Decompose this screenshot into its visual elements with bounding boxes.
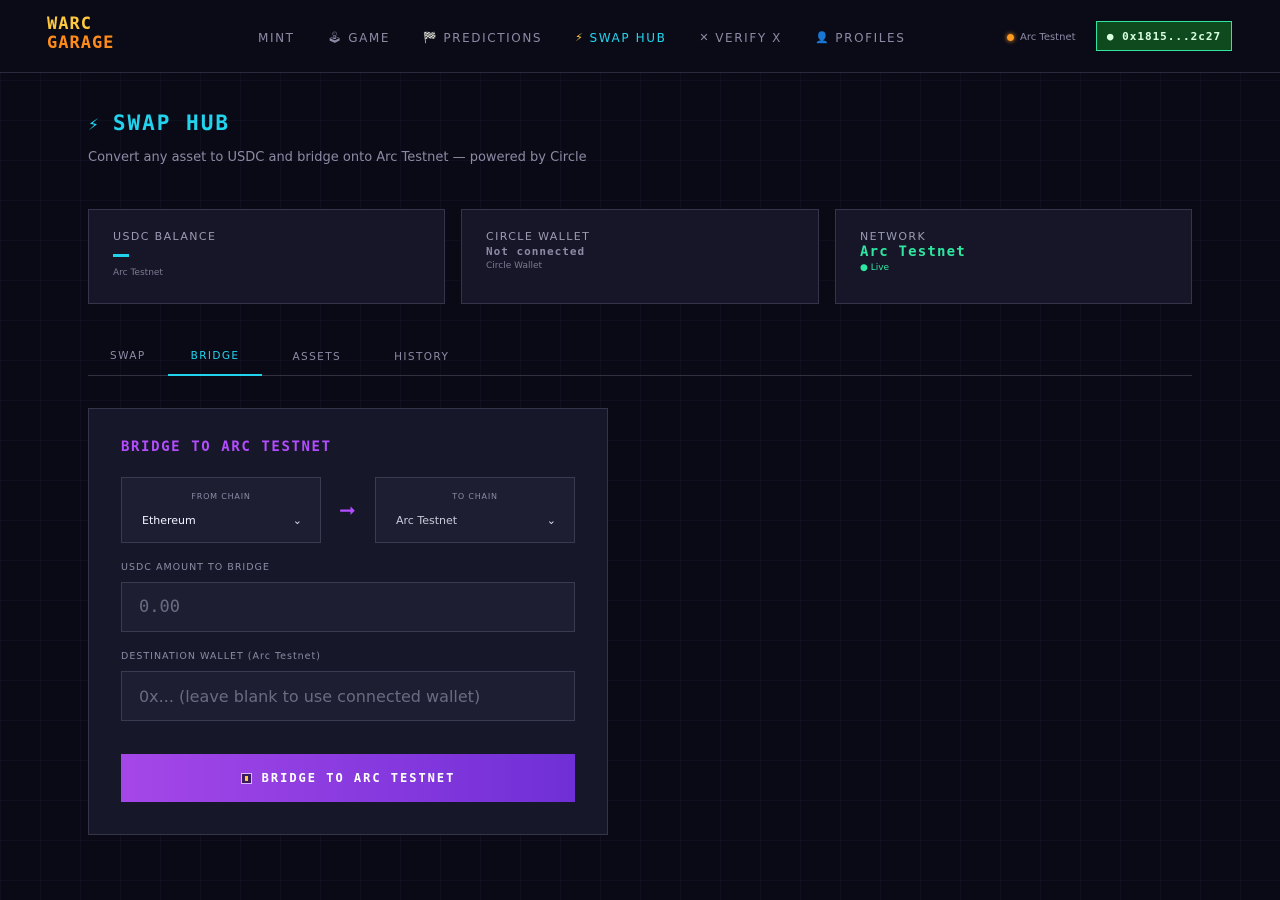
circle-wallet-card: CIRCLE WALLET Not connected Circle Walle… <box>461 209 819 304</box>
nav-item-predictions[interactable]: 🏁 PREDICTIONS <box>423 30 542 46</box>
network-value: Arc Testnet <box>860 244 966 260</box>
nav-swap-hub-label: SWAP HUB <box>589 31 667 45</box>
page-title: ⚡ SWAP HUB <box>88 110 230 136</box>
nav-item-game[interactable]: 🕹 GAME <box>328 30 390 46</box>
app-logo[interactable]: WARC GARAGE <box>47 15 114 53</box>
user-icon: 👤 <box>815 31 831 44</box>
nav-predictions-label: PREDICTIONS <box>443 31 543 45</box>
circle-wallet-sub: Circle Wallet <box>486 261 543 271</box>
page-title-text: SWAP HUB <box>112 110 230 135</box>
nav-profiles-label: PROFILES <box>835 31 906 45</box>
top-header: WARC GARAGE MINT 🕹 GAME 🏁 PREDICTIONS ⚡ … <box>0 0 1280 73</box>
tab-history[interactable]: HISTORY <box>371 337 472 376</box>
to-chain-value: Arc Testnet <box>396 513 458 527</box>
swap-hub-tabs: SWAP BRIDGE ASSETS HISTORY <box>88 337 1192 376</box>
bridge-panel-title: BRIDGE TO ARC TESTNET <box>121 439 332 455</box>
amount-input[interactable]: 0.00 <box>121 582 575 632</box>
from-chain-value-row: Ethereum ⌄ <box>142 510 302 530</box>
circle-wallet-label: CIRCLE WALLET <box>486 230 591 243</box>
bridge-icon <box>240 772 252 784</box>
logo-line2: GARAGE <box>47 33 115 53</box>
wallet-button[interactable]: ● 0x1815...2c27 <box>1096 21 1232 51</box>
from-chain-value: Ethereum <box>142 513 196 527</box>
network-status-dot-icon <box>1007 33 1014 41</box>
amount-label: USDC AMOUNT TO BRIDGE <box>121 562 270 573</box>
to-chain-select[interactable]: TO CHAIN Arc Testnet ⌄ <box>375 477 575 543</box>
network-indicator-label: Arc Testnet <box>1020 31 1076 43</box>
chevron-down-icon: ⌄ <box>292 513 302 527</box>
from-chain-label: FROM CHAIN <box>191 492 251 501</box>
lightning-icon: ⚡ <box>575 31 585 44</box>
nav-item-mint[interactable]: MINT <box>258 30 295 46</box>
logo-line1: WARC <box>47 14 92 34</box>
to-chain-value-row: Arc Testnet ⌄ <box>396 510 556 530</box>
arrow-right-icon: ➞ <box>339 498 356 522</box>
to-chain-label: TO CHAIN <box>452 492 498 501</box>
nav-item-verify-x[interactable]: ✕ VERIFY X <box>699 30 782 46</box>
bridge-submit-label: BRIDGE TO ARC TESTNET <box>261 771 456 785</box>
usdc-balance-network: Arc Testnet <box>113 268 163 278</box>
circle-wallet-status: Not connected <box>486 245 586 258</box>
from-chain-select[interactable]: FROM CHAIN Ethereum ⌄ <box>121 477 321 543</box>
usdc-balance-label: USDC BALANCE <box>113 230 217 243</box>
network-card: NETWORK Arc Testnet ● Live <box>835 209 1192 304</box>
main-nav: MINT 🕹 GAME 🏁 PREDICTIONS ⚡ SWAP HUB ✕ V… <box>258 30 938 46</box>
network-live-status: ● Live <box>860 263 890 273</box>
nav-game-label: GAME <box>348 31 391 45</box>
tab-swap[interactable]: SWAP <box>88 337 168 376</box>
tab-assets[interactable]: ASSETS <box>262 337 371 376</box>
usdc-balance-card: USDC BALANCE Arc Testnet <box>88 209 445 304</box>
bridge-panel: BRIDGE TO ARC TESTNET FROM CHAIN Ethereu… <box>88 408 608 835</box>
destination-wallet-input[interactable]: 0x... (leave blank to use connected wall… <box>121 671 575 721</box>
checkered-flag-icon: 🏁 <box>423 31 439 44</box>
nav-verify-x-label: VERIFY X <box>715 31 782 45</box>
nav-item-profiles[interactable]: 👤 PROFILES <box>815 30 905 46</box>
joystick-icon: 🕹 <box>327 31 344 44</box>
x-logo-icon: ✕ <box>699 31 711 44</box>
bridge-submit-button[interactable]: BRIDGE TO ARC TESTNET <box>121 754 575 802</box>
page-subtitle: Convert any asset to USDC and bridge ont… <box>88 150 587 165</box>
network-label: NETWORK <box>860 230 927 243</box>
network-indicator: Arc Testnet <box>1007 30 1076 44</box>
chevron-down-icon: ⌄ <box>546 513 556 527</box>
tab-bridge[interactable]: BRIDGE <box>167 337 263 376</box>
nav-item-swap-hub[interactable]: ⚡ SWAP HUB <box>575 30 666 46</box>
destination-wallet-label: DESTINATION WALLET (Arc Testnet) <box>121 651 321 662</box>
usdc-balance-empty-value <box>113 254 129 257</box>
lightning-icon: ⚡ <box>88 114 99 135</box>
nav-mint-label: MINT <box>258 31 295 45</box>
